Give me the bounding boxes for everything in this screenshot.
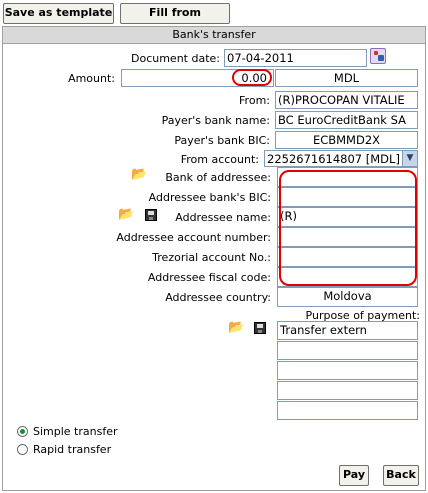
- addressee-fields-highlight-annotation: [279, 170, 417, 286]
- purpose-line-2[interactable]: [277, 341, 418, 360]
- amount-highlight-annotation: [232, 69, 272, 86]
- bank-of-addressee-label: Bank of addressee:: [165, 171, 271, 184]
- from-account-label: From account:: [180, 153, 259, 166]
- addressee-bank-bic-label: Addressee bank's BIC:: [148, 191, 271, 204]
- addressee-country-label: Addressee country:: [165, 291, 271, 304]
- floppy-disk-icon[interactable]: [145, 209, 157, 221]
- folder-open-icon[interactable]: 📂: [228, 321, 244, 335]
- from-label: From:: [239, 94, 270, 107]
- rapid-transfer-label: Rapid transfer: [33, 443, 112, 456]
- calendar-icon[interactable]: [370, 48, 386, 64]
- from-account-select[interactable]: 2252671614807 [MDL]: [264, 150, 418, 167]
- purpose-line-5[interactable]: [277, 401, 418, 420]
- form-title: Bank's transfer: [3, 27, 425, 44]
- back-button[interactable]: Back: [383, 465, 419, 486]
- rapid-transfer-radio[interactable]: [17, 444, 28, 455]
- purpose-line-3[interactable]: [277, 361, 418, 380]
- payer-bank-bic-label: Payer's bank BIC:: [174, 134, 270, 147]
- payer-bank-name-label: Payer's bank name:: [161, 114, 270, 127]
- addressee-name-label: Addressee name:: [175, 211, 271, 224]
- payer-bank-bic-field: ECBMMD2X: [275, 131, 418, 149]
- amount-label: Amount:: [68, 72, 115, 85]
- document-date-label: Document date:: [131, 52, 220, 65]
- chevron-down-icon[interactable]: ▼: [402, 151, 417, 166]
- currency-field: MDL: [275, 69, 418, 87]
- purpose-line-4[interactable]: [277, 381, 418, 400]
- addressee-account-label: Addressee account number:: [116, 231, 271, 244]
- pay-button[interactable]: Pay: [339, 465, 369, 486]
- folder-open-icon[interactable]: 📂: [118, 208, 134, 222]
- simple-transfer-label: Simple transfer: [33, 425, 118, 438]
- addressee-fiscal-code-label: Addressee fiscal code:: [147, 271, 271, 284]
- trezorial-account-label: Trezorial account No.:: [152, 251, 271, 264]
- purpose-line-1[interactable]: Transfer extern: [277, 321, 418, 340]
- save-as-template-button[interactable]: Save as template: [3, 3, 114, 24]
- from-field: (R)PROCOPAN VITALIE: [275, 91, 418, 109]
- payer-bank-name-field: BC EuroCreditBank SA: [275, 111, 418, 129]
- fill-from-template-button[interactable]: Fill from template: [120, 3, 230, 37]
- document-date-input[interactable]: 07-04-2011: [224, 49, 367, 67]
- floppy-disk-icon[interactable]: [254, 322, 266, 334]
- addressee-country-field: Moldova: [277, 287, 418, 307]
- simple-transfer-radio[interactable]: [17, 426, 28, 437]
